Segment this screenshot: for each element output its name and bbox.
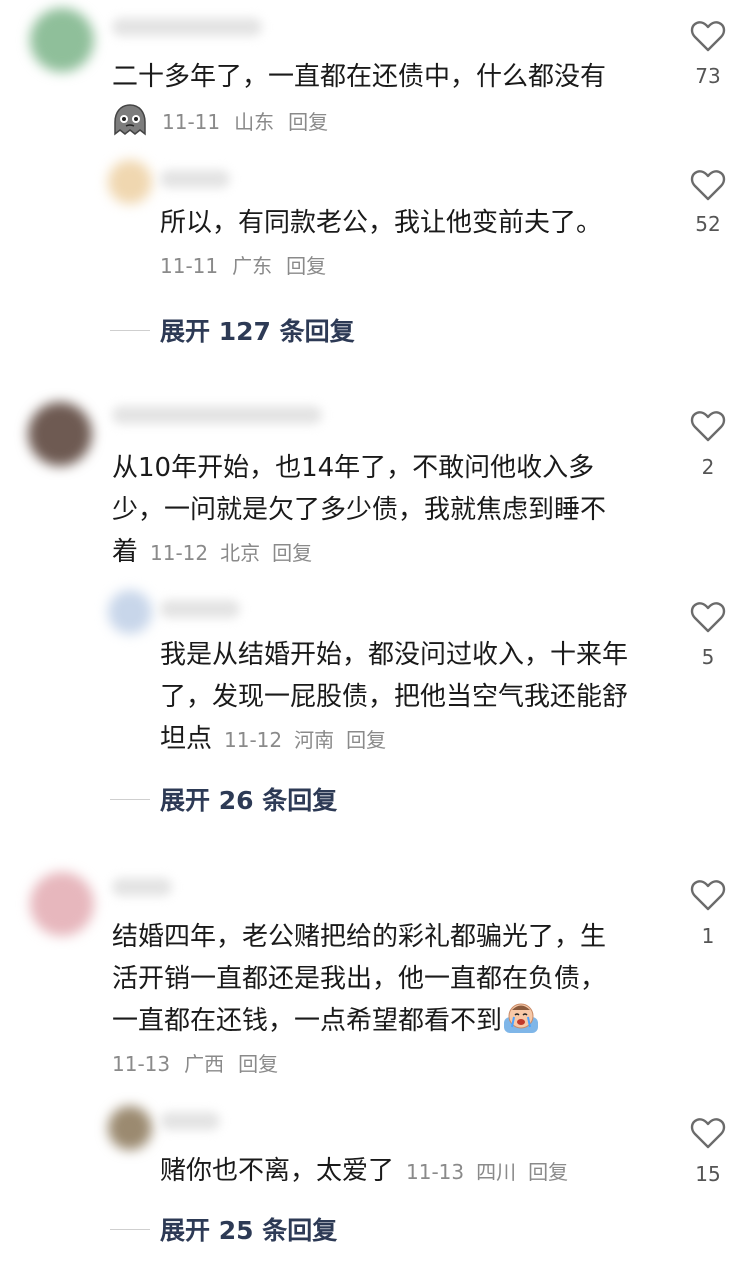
- username-blurred[interactable]: [160, 1112, 220, 1130]
- comment-meta: 11-13 广西 回复: [112, 1050, 278, 1078]
- reply-button[interactable]: 回复: [286, 252, 326, 280]
- comment-text: 二十多年了，一直都在还债中，什么都没有: [112, 62, 607, 92]
- reply-location: 四川: [476, 1160, 517, 1184]
- like-count: 1: [701, 924, 715, 948]
- like-heart-icon[interactable]: [690, 168, 726, 202]
- grey-ghost-sticker-icon: [114, 104, 146, 136]
- comment-text-tail: 一直都在还钱，一点希望都看不到: [112, 1006, 503, 1036]
- reply-location: 河南: [294, 728, 335, 752]
- reply-text: 所以，有同款老公，我让他变前夫了。: [160, 208, 603, 238]
- expand-replies-button[interactable]: 展开 127 条回复: [110, 313, 355, 347]
- avatar[interactable]: [108, 1106, 152, 1150]
- reply-meta: 11-13 四川 回复: [406, 1160, 568, 1184]
- comment-date: 11-13: [112, 1052, 171, 1076]
- comment-location: 山东: [234, 110, 275, 134]
- expand-replies-label: 展开 26 条回复: [160, 786, 338, 815]
- reply-button[interactable]: 回复: [288, 108, 328, 136]
- reply-date: 11-12: [224, 728, 283, 752]
- reply-meta: 11-12 河南 回复: [224, 728, 386, 752]
- like-heart-icon[interactable]: [690, 878, 726, 912]
- reply-location: 广东: [232, 254, 273, 278]
- reply-button[interactable]: 回复: [272, 541, 312, 565]
- avatar[interactable]: [108, 590, 152, 634]
- comment-text-line: 结婚四年，老公赌把给的彩礼都骗光了，生: [112, 922, 607, 952]
- comment-meta: 11-11 山东 回复: [162, 108, 328, 136]
- reply-text-line: 了，发现一屁股债，把他当空气我还能舒: [160, 682, 629, 712]
- divider: [110, 798, 150, 800]
- crying-face-emoji-icon: [504, 1003, 539, 1033]
- reply-meta: 11-11 广东 回复: [160, 252, 326, 280]
- username-blurred[interactable]: [160, 170, 230, 188]
- expand-replies-label: 展开 127 条回复: [160, 317, 355, 346]
- like-heart-icon[interactable]: [690, 600, 726, 634]
- like-count: 5: [701, 645, 715, 669]
- expand-replies-label: 展开 25 条回复: [160, 1216, 338, 1245]
- comment-meta: 11-12 北京 回复: [150, 541, 312, 565]
- comment-text-line: 从10年开始，也14年了，不敢问他收入多: [112, 453, 595, 483]
- expand-replies-button[interactable]: 展开 26 条回复: [110, 782, 337, 816]
- reply-text-tail: 坦点: [160, 724, 213, 754]
- comment-text-tail: 着: [112, 537, 139, 567]
- like-heart-icon[interactable]: [690, 1116, 726, 1150]
- divider: [110, 329, 150, 331]
- comment-location: 广西: [184, 1052, 225, 1076]
- reply-text: 赌你也不离，太爱了: [160, 1156, 395, 1186]
- username-blurred[interactable]: [160, 600, 240, 618]
- like-heart-icon[interactable]: [690, 19, 726, 53]
- divider: [110, 1228, 150, 1230]
- reply-date: 11-11: [160, 254, 219, 278]
- username-blurred[interactable]: [112, 878, 172, 896]
- like-heart-icon[interactable]: [690, 409, 726, 443]
- reply-text-line: 赌你也不离，太爱了 11-13 四川 回复: [160, 1150, 568, 1193]
- expand-replies-button[interactable]: 展开 25 条回复: [110, 1212, 337, 1246]
- reply-date: 11-13: [406, 1160, 465, 1184]
- like-count: 52: [695, 212, 721, 236]
- reply-text-line: 坦点 11-12 河南 回复: [160, 718, 386, 761]
- comment-date: 11-11: [162, 110, 221, 134]
- comment-text-line: 着 11-12 北京 回复: [112, 531, 312, 574]
- avatar[interactable]: [28, 402, 92, 466]
- username-blurred[interactable]: [112, 18, 262, 36]
- comment-text-line: 活开销一直都还是我出，他一直都在负债，: [112, 964, 607, 994]
- avatar[interactable]: [30, 8, 94, 72]
- reply-button[interactable]: 回复: [346, 728, 386, 752]
- reply-text-line: 我是从结婚开始，都没问过收入，十来年: [160, 640, 629, 670]
- avatar[interactable]: [30, 872, 94, 936]
- like-count: 73: [695, 64, 721, 88]
- comment-text-line: 一直都在还钱，一点希望都看不到: [112, 1000, 540, 1042]
- reply-button[interactable]: 回复: [238, 1050, 278, 1078]
- like-count: 2: [701, 455, 715, 479]
- comment-location: 北京: [220, 541, 261, 565]
- reply-button[interactable]: 回复: [528, 1160, 568, 1184]
- username-blurred[interactable]: [112, 406, 322, 424]
- comment-date: 11-12: [150, 541, 209, 565]
- comment-text-line: 少，一问就是欠了多少债，我就焦虑到睡不: [112, 495, 607, 525]
- like-count: 15: [695, 1162, 721, 1186]
- avatar[interactable]: [108, 160, 152, 204]
